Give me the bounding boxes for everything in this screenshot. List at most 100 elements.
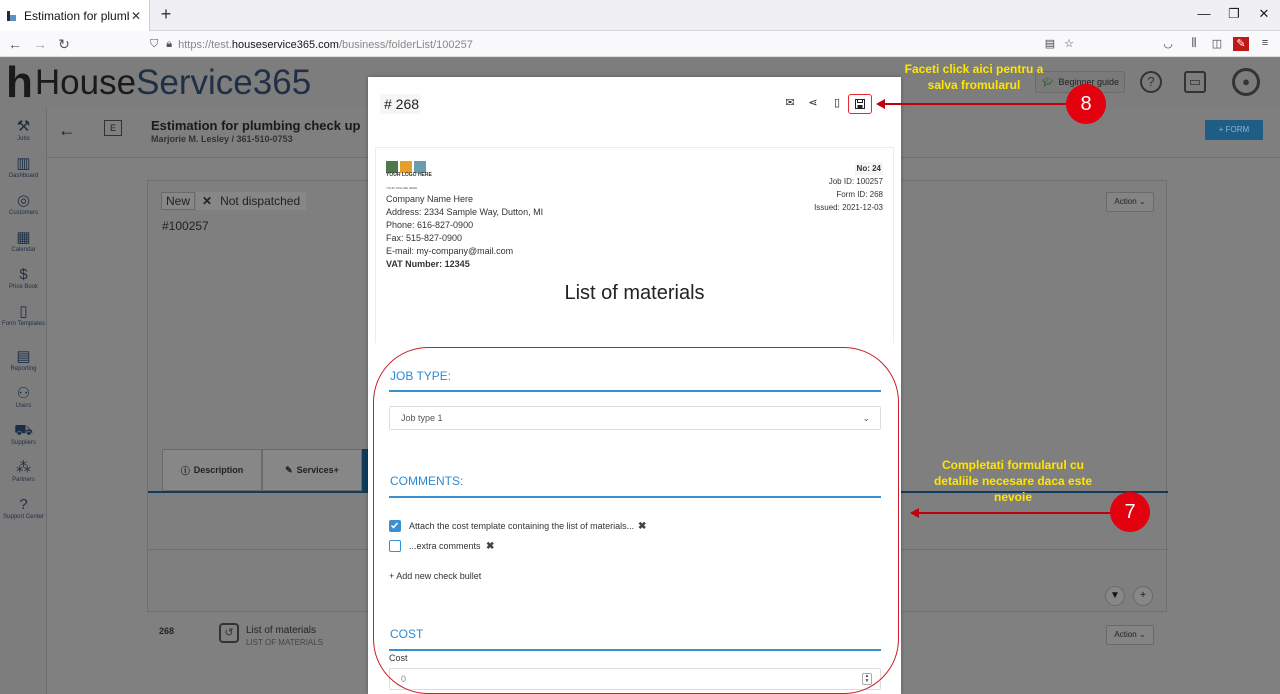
new-tab-button[interactable]: + bbox=[156, 5, 176, 25]
sidebar-item-support-center[interactable]: ? Support Center bbox=[0, 496, 47, 521]
restore-icon[interactable]: ❐ bbox=[1222, 6, 1246, 24]
fill-annotation: Completati formularul cu detaliile neces… bbox=[933, 458, 1093, 504]
extension-icon[interactable]: ✎ bbox=[1233, 37, 1249, 51]
url-domain: houseservice365.com bbox=[231, 38, 339, 51]
tab-description[interactable]: ⓘ Description bbox=[162, 449, 262, 491]
sidebar-item-users[interactable]: ⚇ Users bbox=[0, 385, 47, 410]
action-button[interactable]: Action ⌄ bbox=[1106, 192, 1154, 212]
form-document: YOUR LOGO HERE YOUR TAGLINE HERE Company… bbox=[375, 147, 894, 343]
step-badge-7: 7 bbox=[1110, 492, 1150, 532]
company-name: Company Name Here bbox=[386, 194, 474, 204]
logo-text-service: Service365 bbox=[136, 63, 312, 102]
logo-mark-icon: h bbox=[6, 58, 33, 107]
company-fax: Fax: 515-827-0900 bbox=[386, 233, 463, 243]
tab-label: Description bbox=[193, 465, 244, 475]
form-row-type: LIST OF MATERIALS bbox=[246, 638, 324, 647]
email-icon[interactable]: ✉ bbox=[783, 96, 797, 110]
job-subtitle: Marjorie M. Lesley / 361-510-0753 bbox=[151, 134, 293, 144]
sidebar-label: Reporting bbox=[10, 366, 37, 372]
browser-navbar: ← → ↻ ⛉ 🔒︎ https://test. houseservice365.… bbox=[0, 31, 1280, 57]
pdf-icon[interactable]: ▯ bbox=[830, 96, 844, 110]
library-icon[interactable]: ⫼ bbox=[1186, 37, 1202, 51]
form-row-number: 268 bbox=[159, 626, 175, 636]
sidebar-item-jobs[interactable]: ⚒ Jobs bbox=[0, 118, 47, 143]
reader-view-icon[interactable]: ▤ bbox=[1042, 37, 1058, 51]
dashboard-icon: ▥ bbox=[16, 155, 31, 172]
site-favicon bbox=[6, 10, 18, 22]
help-icon[interactable]: ? bbox=[1140, 71, 1162, 93]
job-tabs: ⓘ Description ✎ Services+ bbox=[162, 449, 378, 491]
sidebar-item-form-templates[interactable]: ▯ Form Templates bbox=[0, 303, 47, 328]
arrow-head-icon bbox=[876, 99, 885, 109]
form-history-icon: ↺ bbox=[219, 623, 239, 643]
save-annotation: Faceti click aici pentru a salva fromula… bbox=[904, 62, 1044, 92]
sidebar-item-dashboard[interactable]: ▥ Dashboard bbox=[0, 155, 47, 180]
lock-icon: 🔒︎ bbox=[166, 38, 173, 50]
filter-icon[interactable]: ▼ bbox=[1105, 586, 1125, 606]
partners-icon: ⁂ bbox=[16, 459, 31, 476]
pocket-icon[interactable]: ◡ bbox=[1160, 37, 1176, 51]
form-meta: No: 24 Job ID: 100257 Form ID: 268 Issue… bbox=[814, 162, 883, 214]
sidebar-label: Dashboard bbox=[8, 173, 39, 179]
arrow-head-icon bbox=[910, 508, 919, 518]
tools-icon: ⚒ bbox=[16, 118, 31, 135]
folder-icon[interactable]: ▭ bbox=[1184, 71, 1206, 93]
action-label: Action bbox=[1114, 630, 1137, 639]
sidebar-item-partners[interactable]: ⁂ Partners bbox=[0, 459, 47, 484]
url-bar[interactable]: ⛉ 🔒︎ https://test. houseservice365.com/bu… bbox=[150, 34, 1080, 55]
sidebar-label: Calendar bbox=[11, 247, 36, 253]
back-arrow-icon[interactable]: ← bbox=[58, 120, 76, 141]
sidebar-item-customers[interactable]: ◎ Customers bbox=[0, 192, 47, 217]
sidebar-toggle-icon[interactable]: ◫ bbox=[1209, 37, 1225, 51]
forward-icon[interactable]: → bbox=[31, 35, 49, 53]
highlight-oval bbox=[373, 347, 899, 694]
form-number: # 268 bbox=[380, 94, 420, 114]
company-address: Address: 2334 Sample Way, Dutton, MI bbox=[386, 207, 544, 217]
form-row-name[interactable]: List of materials bbox=[246, 625, 316, 636]
sidebar-label: Partners bbox=[12, 477, 35, 483]
sidebar-label: Customers bbox=[8, 210, 38, 216]
arrow-line bbox=[918, 512, 1110, 514]
sidebar-item-price-book[interactable]: $ Price Book bbox=[0, 266, 47, 291]
shield-icon: ⛉ bbox=[150, 38, 159, 50]
company-vat: VAT Number: 12345 bbox=[386, 259, 470, 269]
list-title: List of materials bbox=[564, 282, 705, 304]
bookmark-star-icon[interactable]: ☆ bbox=[1061, 37, 1077, 51]
add-icon[interactable]: + bbox=[1133, 586, 1153, 606]
edit-badge[interactable]: E bbox=[104, 120, 122, 136]
tab-services[interactable]: ✎ Services+ bbox=[262, 449, 362, 491]
sidebar-item-reporting[interactable]: ▤ Reporting bbox=[0, 348, 47, 373]
houseservice365-logo[interactable]: h House Service365 bbox=[6, 58, 312, 107]
menu-icon[interactable]: ≡ bbox=[1257, 37, 1273, 51]
calendar-icon: ▦ bbox=[16, 229, 31, 246]
user-avatar-icon[interactable]: ● bbox=[1232, 68, 1260, 96]
url-path: /business/folderList/100257 bbox=[338, 38, 473, 51]
save-button[interactable] bbox=[848, 94, 872, 114]
add-form-button[interactable]: + FORM bbox=[1205, 120, 1263, 140]
close-window-icon[interactable]: ✕ bbox=[1252, 6, 1276, 24]
dispatch-status: ✕ Not dispatched bbox=[196, 192, 307, 210]
share-icon[interactable]: ⋖ bbox=[806, 96, 820, 110]
reload-icon[interactable]: ↻ bbox=[55, 35, 73, 53]
sidebar-label: Price Book bbox=[8, 284, 38, 290]
browser-tab[interactable]: Estimation for plumbing check up ✕ bbox=[0, 0, 150, 31]
sidebar-item-suppliers[interactable]: ⛟ Suppliers bbox=[0, 422, 47, 447]
company-email: E-mail: my-company@mail.com bbox=[386, 246, 514, 256]
info-icon: ⓘ bbox=[180, 465, 190, 476]
sidebar-label: Support Center bbox=[3, 514, 44, 520]
close-tab-icon[interactable]: ✕ bbox=[129, 9, 143, 23]
back-icon[interactable]: ← bbox=[6, 35, 24, 53]
logo-text-house: House bbox=[34, 63, 137, 102]
form-no: No: 24 bbox=[854, 162, 883, 175]
row-action-button[interactable]: Action ⌄ bbox=[1106, 625, 1154, 645]
company-phone: Phone: 616-827-0900 bbox=[386, 220, 474, 230]
users-icon: ⚇ bbox=[16, 385, 31, 402]
suppliers-icon: ⛟ bbox=[14, 422, 33, 439]
tab-title: Estimation for plumbing check up bbox=[24, 8, 129, 23]
minimize-icon[interactable]: — bbox=[1192, 6, 1216, 24]
meta-job-id: Job ID: 100257 bbox=[828, 177, 883, 186]
meta-issued: Issued: 2021-12-03 bbox=[814, 203, 883, 212]
sidebar-item-calendar[interactable]: ▦ Calendar bbox=[0, 229, 47, 254]
customers-icon: ◎ bbox=[16, 192, 31, 209]
meta-form-id: Form ID: 268 bbox=[836, 190, 883, 199]
